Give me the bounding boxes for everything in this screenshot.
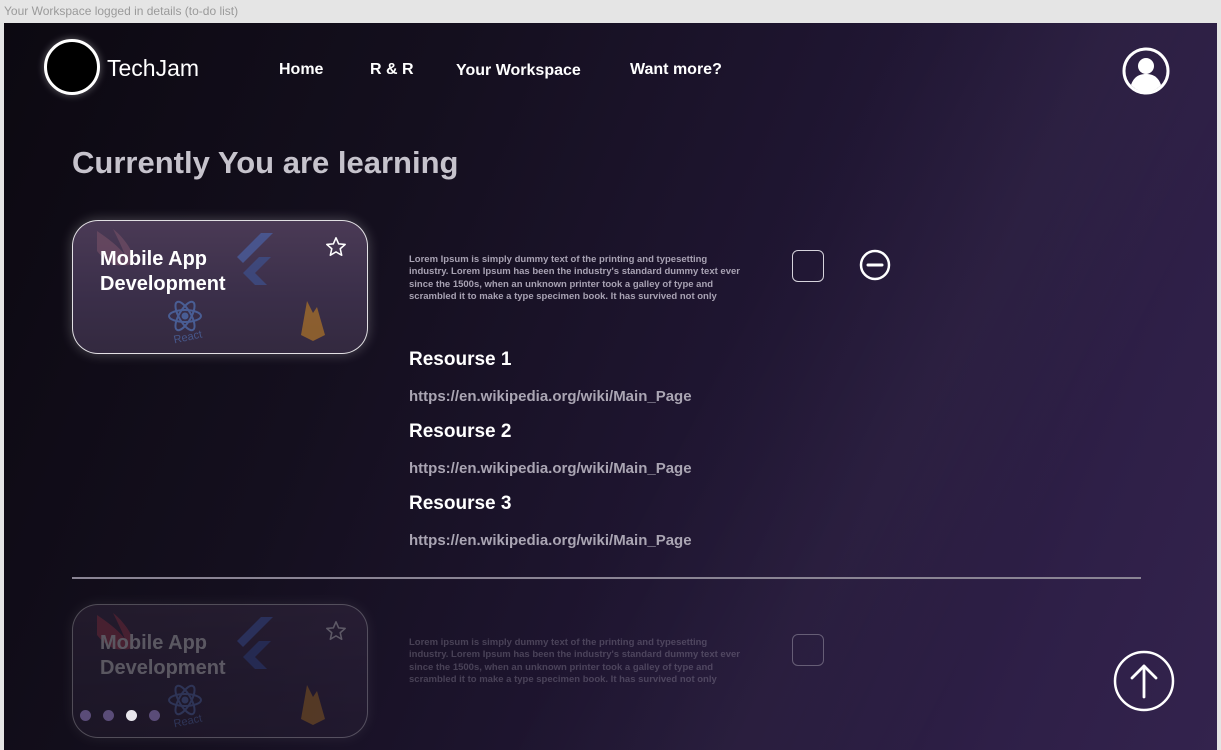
resource-title: Resourse 2 [409,421,512,442]
brand-name[interactable]: TechJam [107,55,199,82]
workspace-page: TechJam Home R & R Your Workspace Want m… [4,23,1217,750]
section-divider [72,577,1141,579]
course-title: Mobile App Development [100,247,226,297]
flutter-logo-icon [237,233,273,285]
user-circle-icon[interactable] [1122,47,1170,95]
flutter-logo-icon [237,617,273,669]
course-description: Lorem Ipsum is simply dummy text of the … [409,254,740,303]
react-logo-icon: React [168,300,204,345]
course-title-line2: Development [100,273,226,295]
page-title: Currently You are learning [72,145,459,180]
react-logo-icon: React [168,684,204,729]
react-logo-label: React [173,713,204,729]
carousel-dot[interactable] [149,710,160,721]
carousel-dots [80,710,160,721]
course-card[interactable]: React Mobile App Development [72,220,368,354]
react-logo-label: React [173,329,204,345]
carousel-dot[interactable] [103,710,114,721]
star-outline-icon[interactable] [325,620,347,642]
resource-title: Resourse 3 [409,493,512,514]
nav-r-and-r[interactable]: R & R [370,61,414,79]
star-outline-icon[interactable] [325,236,347,258]
course-complete-checkbox[interactable] [792,250,824,282]
course-title: Mobile App Development [100,631,226,681]
logo-icon[interactable] [44,39,100,95]
carousel-dot[interactable] [126,710,137,721]
course-title-line1: Mobile App [100,632,208,654]
resource-link[interactable]: https://en.wikipedia.org/wiki/Main_Page [409,460,692,477]
resource-link[interactable]: https://en.wikipedia.org/wiki/Main_Page [409,532,692,549]
course-description: Lorem ipsum is simply dummy text of the … [409,637,740,686]
course-title-line1: Mobile App [100,248,208,270]
course-complete-checkbox[interactable] [792,634,824,666]
nav-home[interactable]: Home [279,61,323,79]
resource-title: Resourse 1 [409,349,512,370]
frame-label: Your Workspace logged in details (to-do … [4,4,239,18]
course-title-line2: Development [100,657,226,679]
firebase-logo-icon [301,301,325,341]
arrow-up-circle-icon[interactable] [1113,650,1175,712]
minus-circle-icon[interactable] [858,248,892,282]
firebase-logo-icon [301,685,325,725]
resource-link[interactable]: https://en.wikipedia.org/wiki/Main_Page [409,388,692,405]
nav-want-more[interactable]: Want more? [630,61,722,79]
nav-your-workspace[interactable]: Your Workspace [456,62,581,80]
carousel-dot[interactable] [80,710,91,721]
